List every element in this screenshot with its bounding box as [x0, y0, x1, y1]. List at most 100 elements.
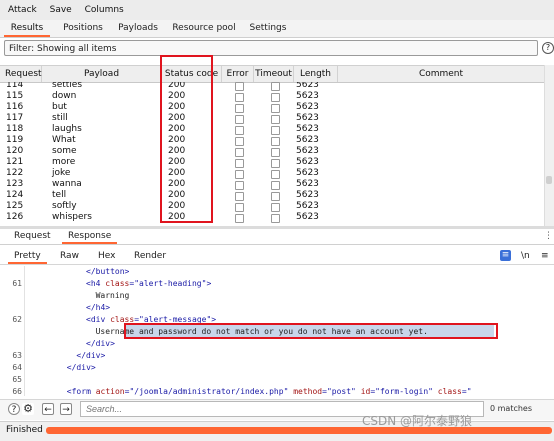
cell-request: 118	[6, 124, 24, 134]
results-table-body: 114 settles 200 5623 115 down 200 5623 116 but 200…	[0, 82, 544, 225]
table-row[interactable]: 114 settles 200 5623	[0, 82, 544, 91]
column-request[interactable]: Request	[0, 66, 42, 82]
table-row[interactable]: 125 softly 200 5623	[0, 201, 544, 212]
error-checkbox	[235, 214, 244, 223]
column-timeout[interactable]: Timeout	[254, 66, 294, 82]
pane-options-icon[interactable]: ⋮	[544, 229, 553, 244]
code-token: </div>	[76, 351, 106, 360]
code-line: </button>	[0, 266, 554, 278]
help-icon[interactable]: ?	[8, 403, 20, 415]
cell-payload: What	[52, 135, 76, 145]
view-menu-icon[interactable]: ≡	[541, 248, 549, 264]
cell-length: 5623	[296, 82, 319, 90]
code-token: "post"	[326, 387, 356, 396]
match-count: 0 matches	[490, 404, 533, 413]
column-error[interactable]: Error	[222, 66, 254, 82]
error-message-highlight-box	[124, 323, 498, 339]
cell-request: 124	[6, 190, 24, 200]
code-token: "/joomla/administrator/index.php"	[129, 387, 289, 396]
filter-bar[interactable]: Filter: Showing all items	[4, 40, 538, 56]
table-row[interactable]: 122 joke 200 5623	[0, 168, 544, 179]
menu-columns[interactable]: Columns	[80, 0, 129, 20]
cell-length: 5623	[296, 168, 319, 178]
menu-save[interactable]: Save	[45, 0, 77, 20]
cell-length: 5623	[296, 157, 319, 167]
tab-settings[interactable]: Settings	[246, 20, 290, 37]
status-code-highlight-box	[160, 55, 213, 223]
tab-positions[interactable]: Positions	[58, 20, 108, 37]
table-row[interactable]: 124 tell 200 5623	[0, 190, 544, 201]
code-text: <form action="/joomla/administrator/inde…	[38, 386, 472, 396]
code-token: Warning	[95, 291, 130, 300]
timeout-checkbox	[271, 82, 280, 91]
timeout-checkbox	[271, 192, 280, 201]
error-checkbox	[235, 203, 244, 212]
tab-raw[interactable]: Raw	[60, 248, 79, 264]
tab-results[interactable]: Results	[4, 20, 50, 37]
column-payload[interactable]: Payload	[42, 66, 162, 82]
code-token: method	[293, 387, 323, 396]
tab-resource-pool[interactable]: Resource pool	[170, 20, 238, 37]
code-line: 61 <h4 class="alert-heading">	[0, 278, 554, 290]
timeout-checkbox	[271, 181, 280, 190]
column-length[interactable]: Length	[294, 66, 338, 82]
code-line: 63 </div>	[0, 350, 554, 362]
previous-arrow-icon[interactable]: ←	[42, 403, 54, 415]
code-line: </div>	[0, 338, 554, 350]
table-row[interactable]: 119 What 200 5623	[0, 135, 544, 146]
code-token: id	[360, 387, 371, 396]
cell-payload: more	[52, 157, 76, 167]
cell-payload: tell	[52, 190, 67, 200]
cell-length: 5623	[296, 135, 319, 145]
tab-response[interactable]: Response	[62, 229, 118, 244]
results-table-header: Request Payload Status code Error Timeou…	[0, 65, 544, 83]
table-row[interactable]: 115 down 200 5623	[0, 91, 544, 102]
timeout-checkbox	[271, 104, 280, 113]
request-response-tabs: Request Response ⋮	[0, 229, 554, 245]
tab-render[interactable]: Render	[134, 248, 166, 264]
table-row[interactable]: 116 but 200 5623	[0, 102, 544, 113]
error-checkbox	[235, 159, 244, 168]
code-line: 66 <form action="/joomla/administrator/in…	[0, 386, 554, 396]
line-number: 65	[12, 375, 22, 384]
wrap-lines-icon[interactable]: ≡	[500, 250, 511, 261]
help-icon[interactable]: ?	[542, 42, 554, 54]
code-token: <div	[86, 315, 111, 324]
status-label: Finished	[6, 425, 43, 435]
line-number: 66	[12, 387, 22, 396]
cell-length: 5623	[296, 212, 319, 222]
table-row[interactable]: 121 more 200 5623	[0, 157, 544, 168]
tab-hex[interactable]: Hex	[98, 248, 115, 264]
code-token: action	[95, 387, 125, 396]
watermark: CSDN @阿尔泰野狼	[362, 414, 473, 428]
cell-request: 117	[6, 113, 24, 123]
menu-attack[interactable]: Attack	[0, 0, 42, 20]
cell-request: 116	[6, 102, 24, 112]
code-token: "alert-heading"	[134, 279, 207, 288]
tab-payloads[interactable]: Payloads	[114, 20, 162, 37]
table-row[interactable]: 118 laughs 200 5623	[0, 124, 544, 135]
cell-request: 119	[6, 135, 24, 145]
code-token: "form-login"	[375, 387, 433, 396]
table-scrollbar-thumb[interactable]	[546, 176, 552, 184]
code-text: </div>	[38, 362, 96, 374]
tab-pretty[interactable]: Pretty	[8, 248, 47, 264]
table-row[interactable]: 120 some 200 5623	[0, 146, 544, 157]
column-comment[interactable]: Comment	[338, 66, 544, 82]
table-row[interactable]: 126 whispers 200 5623	[0, 212, 544, 223]
code-token: ="	[461, 387, 472, 396]
code-text: </button>	[38, 266, 129, 278]
next-arrow-icon[interactable]: →	[60, 403, 72, 415]
error-checkbox	[235, 115, 244, 124]
tab-request[interactable]: Request	[14, 229, 51, 244]
cell-request: 123	[6, 179, 24, 189]
newline-icon[interactable]: \n	[521, 248, 530, 264]
table-row[interactable]: 123 wanna 200 5623	[0, 179, 544, 190]
table-row[interactable]: 117 still 200 5623	[0, 113, 544, 124]
settings-gear-icon[interactable]: ⚙	[22, 403, 34, 415]
cell-length: 5623	[296, 190, 319, 200]
code-text: </div>	[38, 350, 105, 362]
table-scrollbar[interactable]	[544, 65, 554, 226]
cell-length: 5623	[296, 113, 319, 123]
timeout-checkbox	[271, 115, 280, 124]
